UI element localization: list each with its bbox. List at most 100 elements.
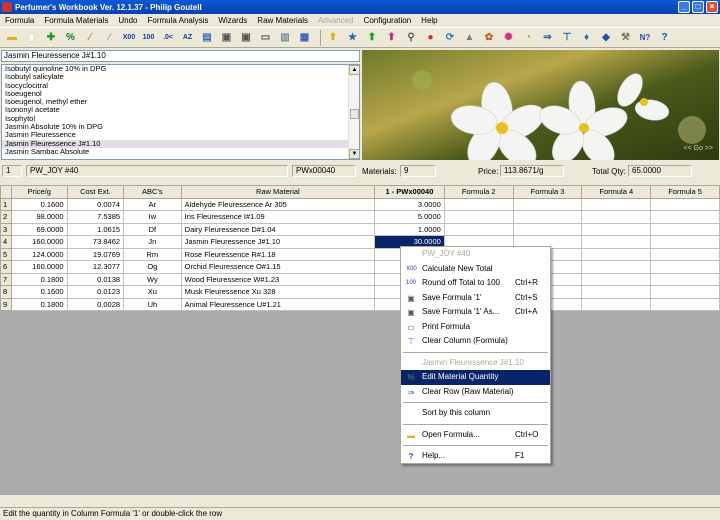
col-header-formula-4[interactable]: Formula 4 [581,185,652,199]
arrow-up-green-icon[interactable]: ⬆ [364,30,380,46]
row-number[interactable]: 1 [0,197,12,211]
formula-cell[interactable] [650,222,720,236]
formula-cell[interactable] [650,210,720,224]
formula-cell[interactable] [581,235,652,249]
formula-cell[interactable] [581,247,652,261]
list-item[interactable]: Jasmin Sambac Absolute [2,147,359,156]
material-cell[interactable]: Iris Fleuressence I#1.09 [180,210,376,224]
minimize-button[interactable]: _ [678,1,690,13]
row-number[interactable]: 4 [0,235,12,249]
col-header-formula-3[interactable]: Formula 3 [512,185,583,199]
scale-icon[interactable]: ▲ [462,30,478,46]
menu-item-edit-quantity[interactable]: % Edit Material Quantity [401,370,550,385]
abc-cell[interactable]: Og [123,260,182,274]
material-cell[interactable]: Aldehyde Fleuressence Ar 305 [180,197,376,211]
abc-cell[interactable]: Xu [123,285,182,299]
wand-icon[interactable]: ⁄ [82,30,98,46]
formula-cell[interactable] [650,285,720,299]
formula-cell[interactable] [581,222,652,236]
price-cell[interactable]: 0.1800 [10,297,68,311]
menu-item-print-formula[interactable]: ▭ Print Formula [401,320,550,335]
menu-item-round-off[interactable]: 100 Round off Total to 100 Ctrl+R [401,276,550,291]
menu-item-open-formula[interactable]: ▬ Open Formula... Ctrl+O [401,428,550,443]
cost-cell[interactable]: 7.5385 [66,210,125,224]
new-document-icon[interactable]: ▮ [24,30,40,46]
table-row[interactable]: 2 98.0000 7.5385 Iw Iris Fleuressence I#… [0,210,720,224]
menu-configuration[interactable]: Configuration [359,16,417,25]
price-cell[interactable]: 0.1600 [10,197,68,211]
cost-cell[interactable]: 0.0028 [66,297,125,311]
material-cell[interactable]: Animal Fleuressence U#1.21 [180,297,376,311]
price-cell[interactable]: 0.1600 [10,285,68,299]
menu-item-calculate-total[interactable]: X00 Calculate New Total [401,262,550,277]
menu-wizards[interactable]: Wizards [213,16,252,25]
sort-az-icon[interactable]: AZ [180,30,196,46]
list-item[interactable]: Isocyclocitral [2,81,359,90]
cost-cell[interactable]: 0.0138 [66,272,125,286]
n100-icon[interactable]: 100 [141,30,157,46]
photo-nav[interactable]: << Go >> [683,145,713,152]
formula-cell[interactable] [512,197,583,211]
save-as-icon[interactable]: ▣ [238,30,254,46]
formula-cell[interactable] [443,197,514,211]
col-header-formula-5[interactable]: Formula 5 [650,185,720,199]
list-scrollbar[interactable]: ▲ ▼ [348,65,359,159]
col-header-formula-1[interactable]: 1 - PWx00040 [374,185,445,199]
price-cell[interactable]: 160.0000 [10,260,68,274]
x00-icon[interactable]: X00 [121,30,137,46]
material-cell[interactable]: Orchid Fleuressence O#1.15 [180,260,376,274]
table-row[interactable]: 5 124.0000 19.0769 Rm Rose Fleuressence … [0,247,720,261]
menu-item-help[interactable]: ? Help... F1 [401,449,550,464]
formula-cell[interactable] [650,260,720,274]
cost-cell[interactable]: 12.3077 [66,260,125,274]
arrow-up-yellow-icon[interactable]: ⬆ [325,30,341,46]
row-number[interactable]: 6 [0,260,12,274]
col-header-price[interactable]: Price/g [10,185,68,199]
list-item[interactable]: Isononyl acetate [2,106,359,115]
diamond-icon[interactable]: ◆ [598,30,614,46]
price-cell[interactable]: 69.0000 [10,222,68,236]
formula-cell[interactable] [512,222,583,236]
menu-undo[interactable]: Undo [113,16,142,25]
save-icon[interactable]: ▣ [219,30,235,46]
pills-icon[interactable]: ● [423,30,439,46]
abc-cell[interactable]: Ar [123,197,182,211]
menu-item-save-formula[interactable]: ▣ Save Formula '1' Ctrl+S [401,291,550,306]
col-header-cost[interactable]: Cost Ext. [66,185,125,199]
formula-cell[interactable] [581,272,652,286]
material-cell[interactable]: Rose Fleuressence R#1.18 [180,247,376,261]
formula-cell[interactable] [650,197,720,211]
formula-1-cell[interactable]: 5.0000 [374,210,445,224]
menu-formula[interactable]: Formula [0,16,39,25]
formula-grid[interactable]: Price/g Cost Ext. ABC's Raw Material 1 -… [0,185,720,495]
price-cell[interactable]: 0.1800 [10,272,68,286]
table-row[interactable]: 3 69.0000 1.0615 Df Dairy Fleuressence D… [0,222,720,236]
formula-cell[interactable] [581,297,652,311]
abc-cell[interactable]: Df [123,222,182,236]
color-wheel-icon[interactable]: ✺ [501,30,517,46]
abc-cell[interactable]: Uh [123,297,182,311]
formula-cell[interactable] [650,297,720,311]
open-folder-icon[interactable]: ▬ [4,30,20,46]
row-number[interactable]: 3 [0,222,12,236]
menu-formula-analysis[interactable]: Formula Analysis [142,16,213,25]
help-icon[interactable]: ? [657,30,673,46]
formula-cell[interactable] [581,210,652,224]
table-row[interactable]: 7 0.1800 0.0138 Wy Wood Fleuressence W#1… [0,272,720,286]
table-row-selected[interactable]: 4 160.0000 73.8462 Jn Jasmin Fleuressenc… [0,235,720,249]
row-number[interactable]: 8 [0,285,12,299]
row-number[interactable]: 9 [0,297,12,311]
list-icon[interactable]: ▦ [297,30,313,46]
filter-icon[interactable]: ⊤ [559,30,575,46]
pencil-icon[interactable]: ⁄ [102,30,118,46]
scroll-down-arrow[interactable]: ▼ [349,149,359,159]
formula-cell[interactable] [650,272,720,286]
table-row[interactable]: 9 0.1800 0.0028 Uh Animal Fleuressence U… [0,297,720,311]
formula-cell[interactable] [581,197,652,211]
print-icon[interactable]: ▭ [258,30,274,46]
formula-cell[interactable] [650,247,720,261]
decimal-icon[interactable]: .0< [160,30,176,46]
menu-item-save-formula-as[interactable]: ▣ Save Formula '1' As... Ctrl+A [401,305,550,320]
price-cell[interactable]: 124.0000 [10,247,68,261]
table-row[interactable]: 6 160.0000 12.3077 Og Orchid Fleuressenc… [0,260,720,274]
